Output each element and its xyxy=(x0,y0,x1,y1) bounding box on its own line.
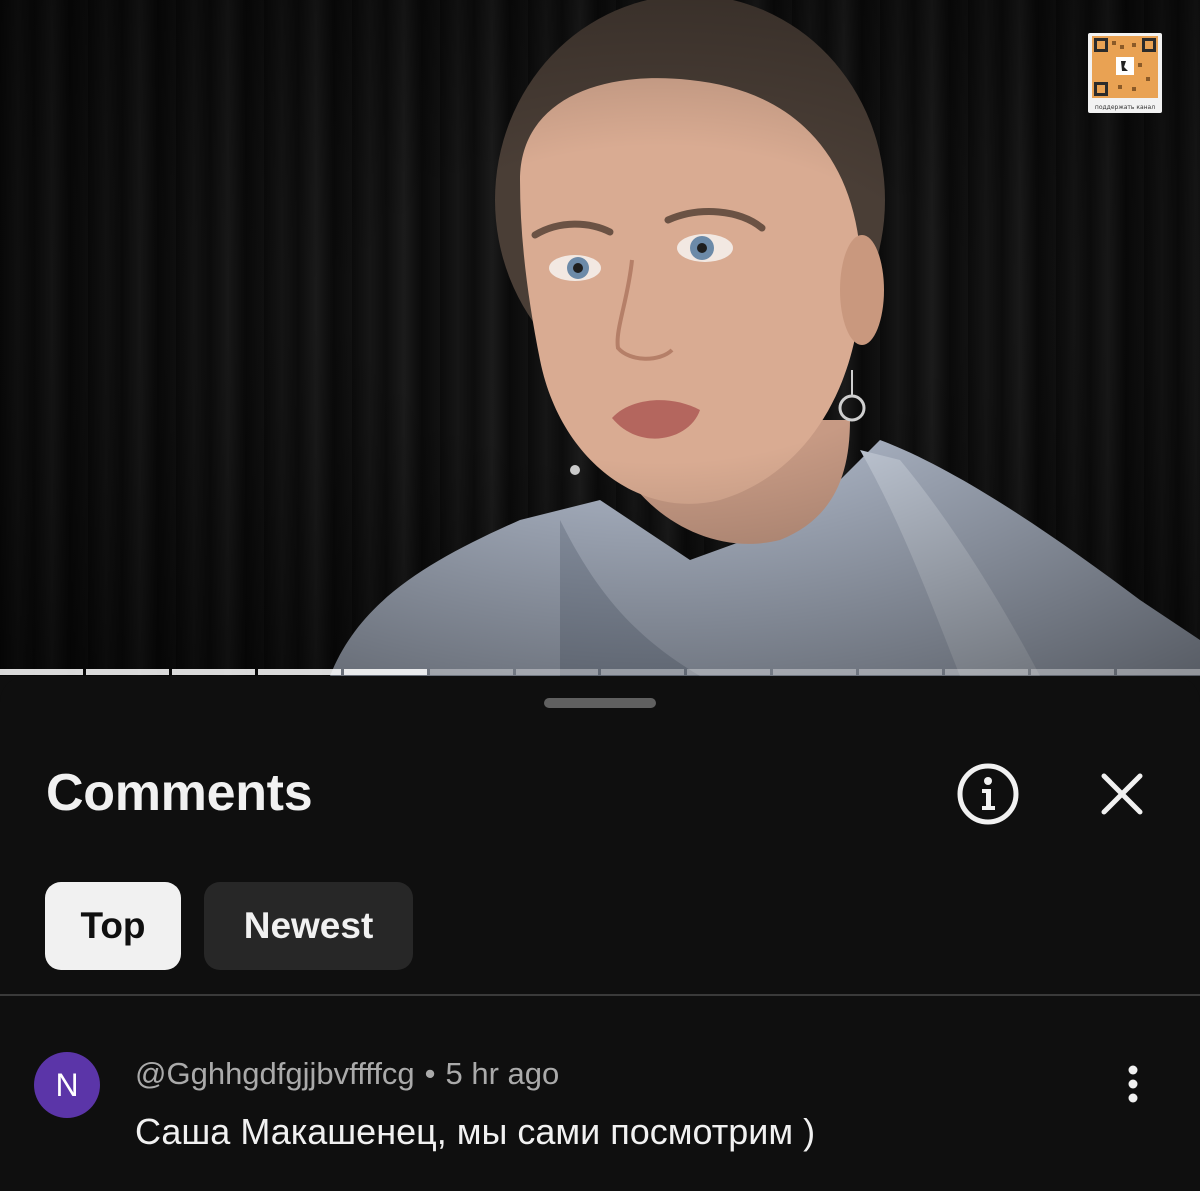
progress-segment xyxy=(1031,669,1114,675)
comment-time: 5 hr ago xyxy=(445,1056,560,1091)
progress-segment xyxy=(687,669,771,675)
comment-text: Саша Макашенец, мы сами посмотрим ) xyxy=(135,1111,816,1152)
more-vertical-icon xyxy=(1128,1065,1138,1103)
progress-segment xyxy=(257,669,341,675)
progress-segment xyxy=(429,669,513,675)
qr-code-image[interactable]: поддержать канал xyxy=(1088,33,1162,113)
chip-newest[interactable]: Newest xyxy=(204,882,413,970)
avatar[interactable]: N xyxy=(34,1052,100,1118)
divider xyxy=(0,994,1200,996)
comment-author[interactable]: @Gghhgdfgjjbvffffcg xyxy=(135,1056,415,1091)
drag-handle[interactable] xyxy=(544,698,656,708)
progress-segment xyxy=(945,669,1029,675)
meta-separator: • xyxy=(424,1056,436,1091)
progress-segment xyxy=(343,669,427,675)
comment-menu-button[interactable] xyxy=(1110,1046,1156,1122)
qr-caption: поддержать канал xyxy=(1094,104,1156,111)
qr-pattern-icon xyxy=(1092,36,1158,98)
comments-title: Comments xyxy=(46,764,313,822)
chip-top[interactable]: Top xyxy=(45,882,181,970)
progress-segment xyxy=(515,669,599,675)
close-button[interactable] xyxy=(1087,759,1157,829)
progress-segment xyxy=(0,669,83,675)
comment-item: N @Gghhgdfgjjbvffffcg • 5 hr ago Саша Мака… xyxy=(0,1046,1200,1166)
progress-segment xyxy=(773,669,857,675)
screen: поддержать канал Comments Top Newest N @… xyxy=(0,0,1200,1191)
video-player[interactable]: поддержать канал xyxy=(0,0,1200,676)
progress-segment xyxy=(85,669,169,675)
progress-segment xyxy=(1116,669,1200,675)
progress-segment xyxy=(859,669,943,675)
close-x-icon xyxy=(1101,773,1143,815)
info-button[interactable] xyxy=(953,759,1023,829)
sort-chips: Top Newest xyxy=(45,882,413,970)
video-progress-bar[interactable] xyxy=(0,669,1200,675)
comment-meta: @Gghhgdfgjjbvffffcg • 5 hr ago xyxy=(135,1054,559,1094)
progress-segment xyxy=(171,669,255,675)
comments-sheet: Comments Top Newest N @Gghhgdfgjjbvffffc… xyxy=(0,676,1200,1191)
info-circle-icon xyxy=(957,763,1019,825)
video-vignette xyxy=(0,0,1200,676)
progress-segment xyxy=(601,669,685,675)
